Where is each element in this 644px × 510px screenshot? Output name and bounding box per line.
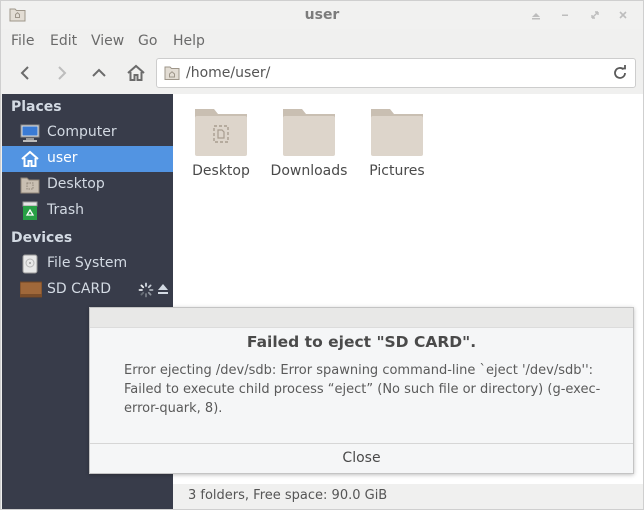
- folder-icon: [283, 109, 335, 156]
- desktop-folder-icon: [195, 109, 247, 156]
- arrow-up-icon: [92, 68, 106, 77]
- dialog-message: Error ejecting /dev/sdb: Error spawning …: [124, 363, 601, 416]
- sd-card-icon: [19, 280, 43, 300]
- window-title: user: [304, 7, 340, 23]
- home-folder-icon: [20, 149, 40, 169]
- folder-pictures[interactable]: Pictures: [357, 104, 437, 179]
- arrow-right-icon: [58, 66, 67, 80]
- drive-icon: [20, 254, 40, 274]
- sidebar-item-sd-card[interactable]: SD CARD: [2, 277, 173, 303]
- forward-button[interactable]: [50, 61, 74, 85]
- folder-label: Downloads: [270, 163, 348, 179]
- home-icon: [127, 64, 145, 81]
- dialog-title: Failed to eject "SD CARD".: [246, 333, 477, 351]
- location-bar[interactable]: /home/user/: [156, 58, 636, 88]
- status-text: 3 folders, Free space: 90.0 GiB: [188, 488, 388, 503]
- folder-desktop[interactable]: Desktop: [181, 104, 261, 179]
- sidebar-item-user[interactable]: user: [2, 146, 173, 172]
- desktop-folder-icon: [20, 175, 40, 195]
- sidebar-item-file-system[interactable]: File System: [2, 251, 173, 277]
- file-manager-window: user File Edit View Go Help /home/user/ …: [0, 0, 644, 510]
- places-header: Places: [11, 99, 62, 115]
- minimize-icon[interactable]: [557, 7, 573, 23]
- sidebar-item-label: SD CARD: [47, 281, 111, 297]
- computer-icon: [20, 123, 40, 143]
- menu-edit[interactable]: Edit: [50, 33, 77, 49]
- sidebar-item-computer[interactable]: Computer: [2, 120, 173, 146]
- home-folder-small-icon: [164, 66, 180, 80]
- up-button[interactable]: [87, 61, 111, 85]
- title-bar[interactable]: user: [1, 1, 643, 29]
- folder-label: Pictures: [369, 163, 425, 179]
- trash-icon: [20, 201, 40, 221]
- folder-label: Desktop: [192, 163, 250, 179]
- eject-icon[interactable]: [157, 283, 169, 296]
- location-path[interactable]: /home/user/: [186, 65, 270, 81]
- menu-file[interactable]: File: [11, 33, 34, 49]
- reload-icon[interactable]: [611, 64, 629, 82]
- back-button[interactable]: [13, 61, 37, 85]
- maximize-icon[interactable]: [587, 7, 603, 23]
- home-button[interactable]: [124, 61, 148, 85]
- sidebar-item-desktop[interactable]: Desktop: [2, 172, 173, 198]
- menu-go[interactable]: Go: [138, 33, 157, 49]
- close-button[interactable]: Close: [90, 444, 633, 474]
- toolbar: /home/user/: [1, 53, 643, 93]
- error-dialog: Failed to eject "SD CARD". Error ejectin…: [89, 307, 634, 474]
- sidebar-item-label: user: [47, 150, 78, 166]
- sidebar-item-label: Trash: [47, 202, 84, 218]
- busy-spinner-icon: [138, 282, 154, 298]
- arrow-left-icon: [20, 66, 29, 80]
- dialog-title-bar[interactable]: [90, 308, 633, 328]
- folder-downloads[interactable]: Downloads: [269, 104, 349, 179]
- sidebar-item-trash[interactable]: Trash: [2, 198, 173, 224]
- menu-view[interactable]: View: [91, 33, 124, 49]
- folder-icon: [371, 109, 423, 156]
- menu-bar: File Edit View Go Help: [1, 29, 643, 53]
- sidebar-item-label: File System: [47, 255, 128, 271]
- sidebar-item-label: Desktop: [47, 176, 105, 192]
- status-bar: 3 folders, Free space: 90.0 GiB: [173, 484, 643, 509]
- sidebar-item-label: Computer: [47, 124, 117, 140]
- devices-header: Devices: [11, 230, 73, 246]
- close-window-icon[interactable]: [615, 7, 631, 23]
- menu-help[interactable]: Help: [173, 33, 205, 49]
- keep-above-icon[interactable]: [528, 7, 544, 23]
